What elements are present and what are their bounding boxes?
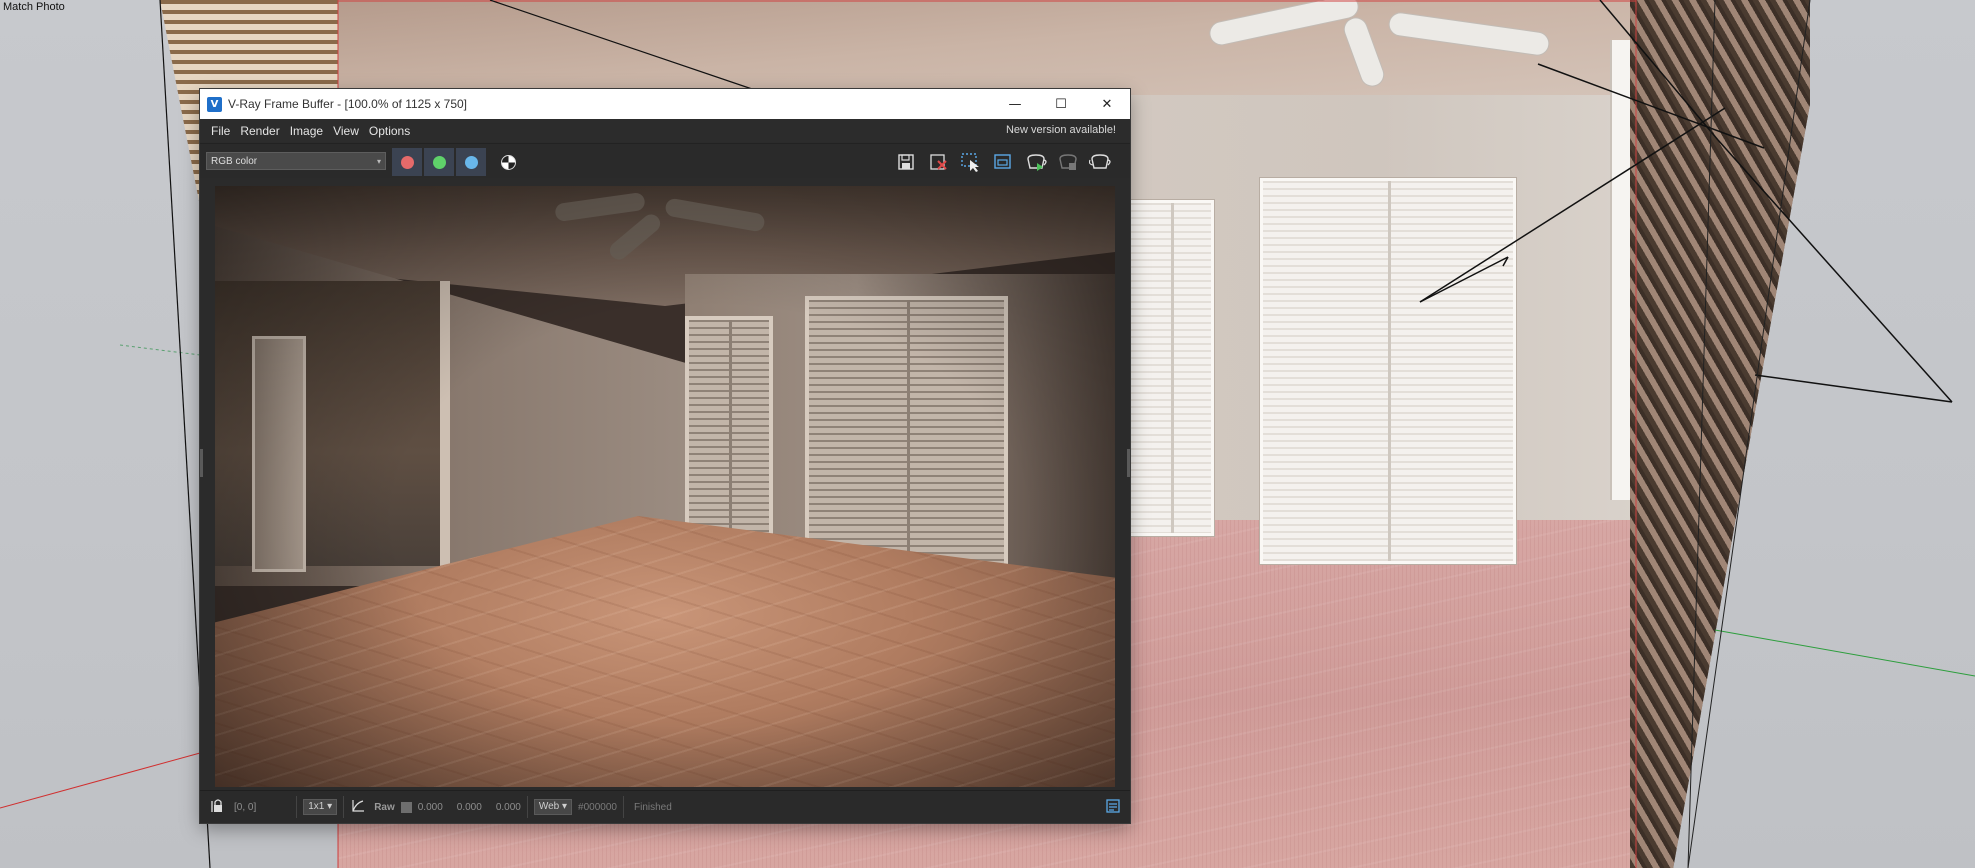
track-mouse-button[interactable]: [990, 150, 1016, 174]
red-value: 0.000: [417, 801, 443, 813]
hex-value: #000000: [578, 801, 617, 813]
clear-image-button[interactable]: [926, 150, 952, 174]
vray-frame-buffer-window[interactable]: V V-Ray Frame Buffer - [100.0% of 1125 x…: [200, 89, 1130, 823]
stop-render-icon: [1059, 154, 1077, 170]
window-titlebar[interactable]: V V-Ray Frame Buffer - [100.0% of 1125 x…: [200, 89, 1130, 119]
color-space-select[interactable]: Web ▾: [533, 799, 573, 815]
blue-value: 0.000: [495, 801, 521, 813]
monochrome-icon: [500, 154, 516, 170]
log-panel-icon[interactable]: [1106, 798, 1120, 816]
vray-logo-icon: V: [207, 96, 222, 112]
chevron-down-icon: ▾: [376, 157, 381, 166]
color-swatch: [400, 801, 412, 813]
sketchup-viewport[interactable]: Match Photo V V-Ray Frame Buffer - [100.…: [0, 0, 1975, 868]
render-vignette: [215, 186, 1115, 787]
channel-select[interactable]: RGB color ▾: [206, 152, 386, 170]
menu-options[interactable]: Options: [364, 124, 415, 138]
blue-channel-icon: [464, 155, 478, 169]
zoom-value: 1x1: [308, 801, 325, 812]
minimize-button[interactable]: —: [992, 89, 1038, 119]
zoom-select[interactable]: 1x1 ▾: [303, 799, 338, 815]
stop-render-button[interactable]: [1056, 150, 1082, 174]
curve-icon[interactable]: [350, 798, 366, 817]
left-panel-handle[interactable]: [200, 449, 203, 477]
region-render-icon: [961, 153, 979, 172]
chevron-down-icon: ▾: [327, 801, 333, 812]
green-channel-icon: [432, 155, 446, 169]
value-mode: Raw: [374, 801, 395, 813]
window-controls: — ☐ ✕: [992, 89, 1130, 119]
window-title: V-Ray Frame Buffer - [100.0% of 1125 x 7…: [228, 97, 468, 111]
rendered-image[interactable]: [215, 186, 1115, 787]
monochrome-button[interactable]: [495, 148, 521, 176]
menu-render[interactable]: Render: [235, 124, 284, 138]
menu-file[interactable]: File: [206, 124, 235, 138]
red-channel-button[interactable]: [392, 148, 422, 176]
menu-view[interactable]: View: [328, 124, 364, 138]
track-mouse-icon: [994, 154, 1011, 169]
color-space-value: Web: [538, 801, 560, 812]
menu-bar: File Render Image View Options: [200, 119, 1130, 142]
maximize-button[interactable]: ☐: [1038, 89, 1084, 119]
render-icon: [1089, 154, 1111, 169]
menu-image[interactable]: Image: [285, 124, 328, 138]
red-channel-icon: [400, 155, 414, 169]
green-channel-button[interactable]: [424, 148, 454, 176]
right-panel-handle[interactable]: [1127, 449, 1130, 477]
blue-channel-button[interactable]: [456, 148, 486, 176]
render-status: Finished: [633, 801, 672, 813]
save-image-icon: [898, 154, 914, 170]
start-interactive-button[interactable]: [1024, 150, 1050, 174]
update-notice-link[interactable]: New version available!: [1006, 124, 1116, 136]
channel-select-value: RGB color: [211, 156, 258, 167]
region-render-button[interactable]: [958, 150, 984, 174]
chevron-down-icon: ▾: [562, 801, 568, 812]
green-value: 0.000: [456, 801, 482, 813]
render-button[interactable]: [1088, 150, 1114, 174]
save-image-button[interactable]: [894, 150, 920, 174]
start-interactive-icon: [1027, 154, 1047, 171]
clear-image-icon: [930, 154, 947, 170]
close-button[interactable]: ✕: [1084, 89, 1130, 119]
scene-tab-label[interactable]: Match Photo: [3, 1, 65, 13]
pixel-coordinates: [0, 0]: [234, 801, 257, 813]
vfb-toolbar: RGB color ▾: [200, 143, 1130, 178]
status-bar: [0, 0] 1x1 ▾ Raw 0.000 0.000 0.000 Web ▾…: [200, 790, 1130, 823]
lock-icon[interactable]: [210, 798, 226, 817]
